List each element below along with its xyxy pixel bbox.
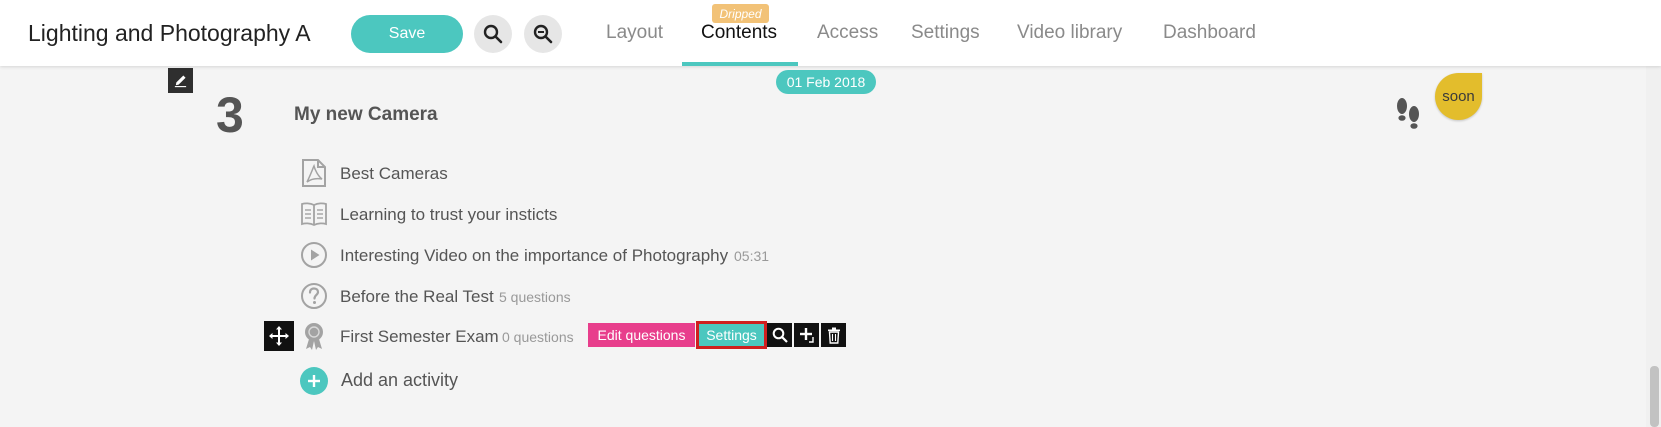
add-activity-button[interactable] [300, 367, 328, 395]
tab-access[interactable]: Access [817, 22, 878, 44]
zoom-out-button[interactable] [524, 15, 562, 53]
drip-date-badge: 01 Feb 2018 [776, 70, 876, 94]
book-icon [300, 199, 328, 229]
question-count: 0 questions [502, 329, 574, 345]
zoom-out-icon [533, 24, 553, 44]
tab-layout[interactable]: Layout [606, 22, 663, 44]
add-below-button[interactable] [794, 323, 819, 347]
question-count: 5 questions [499, 289, 571, 305]
section-number: 3 [216, 87, 244, 143]
activity-title[interactable]: Before the Real Test [340, 287, 494, 307]
plus-icon [308, 375, 320, 387]
trash-icon [827, 327, 840, 344]
edit-section-button[interactable] [168, 68, 193, 93]
tab-dashboard[interactable]: Dashboard [1163, 22, 1256, 44]
section-title[interactable]: My new Camera [294, 104, 438, 126]
move-icon [269, 326, 289, 346]
edit-questions-button[interactable]: Edit questions [588, 323, 695, 347]
move-handle-button[interactable] [264, 321, 294, 351]
tab-settings[interactable]: Settings [911, 22, 980, 44]
certificate-icon [300, 321, 328, 351]
add-icon [799, 328, 814, 343]
play-icon [300, 240, 328, 270]
save-button[interactable]: Save [351, 15, 463, 53]
search-button[interactable] [474, 15, 512, 53]
active-tab-indicator [682, 62, 798, 66]
search-icon [483, 24, 503, 44]
tab-contents[interactable]: Contents [701, 22, 777, 44]
activity-title[interactable]: Learning to trust your insticts [340, 205, 557, 225]
activity-title[interactable]: Interesting Video on the importance of P… [340, 246, 728, 266]
add-activity-label[interactable]: Add an activity [341, 370, 458, 391]
pdf-icon [300, 158, 328, 188]
question-icon [300, 281, 328, 311]
video-duration: 05:31 [734, 248, 770, 264]
soon-badge: soon [1435, 73, 1482, 120]
top-bar: Lighting and Photography A Save Layout D… [0, 0, 1661, 66]
search-icon [772, 327, 788, 343]
activity-title[interactable]: First Semester Exam [340, 327, 499, 347]
scrollbar-thumb[interactable] [1650, 366, 1659, 427]
footsteps-icon [1397, 98, 1419, 129]
pencil-icon [174, 75, 187, 88]
course-title: Lighting and Photography A [28, 20, 311, 46]
delete-button[interactable] [821, 323, 846, 347]
exam-settings-button[interactable]: Settings [696, 321, 767, 349]
tab-video-library[interactable]: Video library [1017, 22, 1122, 44]
dripped-badge: Dripped [712, 4, 769, 23]
preview-button[interactable] [767, 323, 792, 347]
activity-title[interactable]: Best Cameras [340, 164, 448, 184]
